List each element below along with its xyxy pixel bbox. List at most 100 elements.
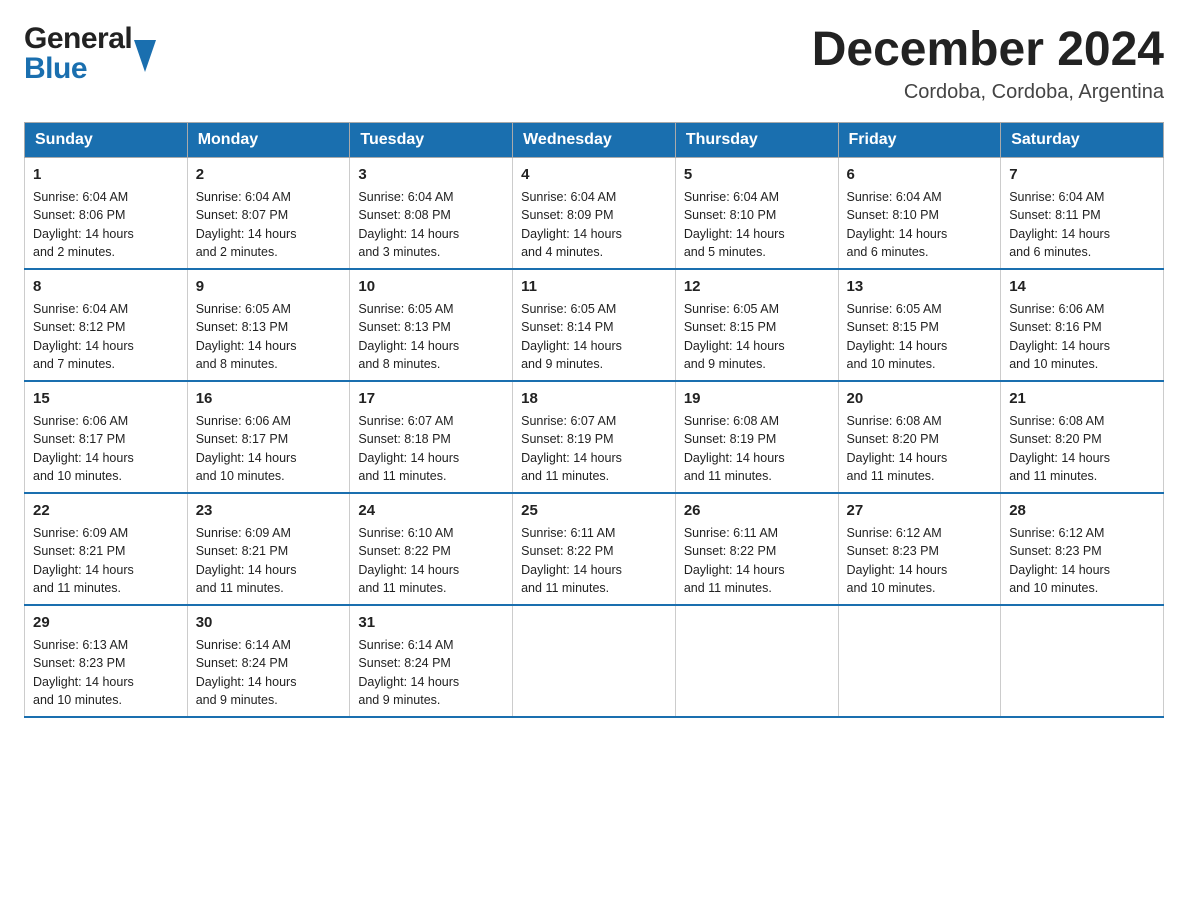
title-block: December 2024 Cordoba, Cordoba, Argentin… [812, 24, 1164, 104]
day-info: Sunrise: 6:04 AMSunset: 8:10 PMDaylight:… [847, 190, 948, 260]
logo-triangle-icon [134, 40, 156, 72]
table-row: 15 Sunrise: 6:06 AMSunset: 8:17 PMDaylig… [25, 381, 188, 493]
calendar-week-row: 22 Sunrise: 6:09 AMSunset: 8:21 PMDaylig… [25, 493, 1164, 605]
calendar-table: Sunday Monday Tuesday Wednesday Thursday… [24, 122, 1164, 718]
logo-general-text: General [24, 24, 132, 54]
calendar-week-row: 29 Sunrise: 6:13 AMSunset: 8:23 PMDaylig… [25, 605, 1164, 717]
day-number: 19 [684, 388, 830, 409]
day-number: 17 [358, 388, 504, 409]
day-info: Sunrise: 6:11 AMSunset: 8:22 PMDaylight:… [684, 526, 785, 596]
day-info: Sunrise: 6:08 AMSunset: 8:20 PMDaylight:… [847, 414, 948, 484]
day-number: 9 [196, 276, 342, 297]
day-number: 18 [521, 388, 667, 409]
day-number: 28 [1009, 500, 1155, 521]
table-row: 31 Sunrise: 6:14 AMSunset: 8:24 PMDaylig… [350, 605, 513, 717]
table-row: 7 Sunrise: 6:04 AMSunset: 8:11 PMDayligh… [1001, 157, 1164, 269]
day-number: 15 [33, 388, 179, 409]
table-row: 22 Sunrise: 6:09 AMSunset: 8:21 PMDaylig… [25, 493, 188, 605]
day-number: 27 [847, 500, 993, 521]
table-row: 5 Sunrise: 6:04 AMSunset: 8:10 PMDayligh… [675, 157, 838, 269]
table-row: 26 Sunrise: 6:11 AMSunset: 8:22 PMDaylig… [675, 493, 838, 605]
month-title: December 2024 [812, 24, 1164, 77]
col-sunday: Sunday [25, 122, 188, 157]
day-number: 29 [33, 612, 179, 633]
day-number: 23 [196, 500, 342, 521]
table-row: 23 Sunrise: 6:09 AMSunset: 8:21 PMDaylig… [187, 493, 350, 605]
table-row: 16 Sunrise: 6:06 AMSunset: 8:17 PMDaylig… [187, 381, 350, 493]
day-info: Sunrise: 6:06 AMSunset: 8:17 PMDaylight:… [33, 414, 134, 484]
col-thursday: Thursday [675, 122, 838, 157]
table-row: 17 Sunrise: 6:07 AMSunset: 8:18 PMDaylig… [350, 381, 513, 493]
weekday-header-row: Sunday Monday Tuesday Wednesday Thursday… [25, 122, 1164, 157]
table-row: 19 Sunrise: 6:08 AMSunset: 8:19 PMDaylig… [675, 381, 838, 493]
day-number: 21 [1009, 388, 1155, 409]
day-info: Sunrise: 6:06 AMSunset: 8:16 PMDaylight:… [1009, 302, 1110, 372]
day-info: Sunrise: 6:12 AMSunset: 8:23 PMDaylight:… [1009, 526, 1110, 596]
day-info: Sunrise: 6:06 AMSunset: 8:17 PMDaylight:… [196, 414, 297, 484]
day-info: Sunrise: 6:07 AMSunset: 8:19 PMDaylight:… [521, 414, 622, 484]
day-number: 22 [33, 500, 179, 521]
col-tuesday: Tuesday [350, 122, 513, 157]
col-wednesday: Wednesday [513, 122, 676, 157]
day-number: 11 [521, 276, 667, 297]
table-row: 6 Sunrise: 6:04 AMSunset: 8:10 PMDayligh… [838, 157, 1001, 269]
day-info: Sunrise: 6:04 AMSunset: 8:09 PMDaylight:… [521, 190, 622, 260]
calendar-week-row: 8 Sunrise: 6:04 AMSunset: 8:12 PMDayligh… [25, 269, 1164, 381]
day-number: 2 [196, 164, 342, 185]
day-info: Sunrise: 6:05 AMSunset: 8:15 PMDaylight:… [684, 302, 785, 372]
table-row: 29 Sunrise: 6:13 AMSunset: 8:23 PMDaylig… [25, 605, 188, 717]
location: Cordoba, Cordoba, Argentina [812, 81, 1164, 104]
day-number: 8 [33, 276, 179, 297]
page-header: General Blue December 2024 Cordoba, Cord… [24, 24, 1164, 104]
table-row: 24 Sunrise: 6:10 AMSunset: 8:22 PMDaylig… [350, 493, 513, 605]
table-row: 30 Sunrise: 6:14 AMSunset: 8:24 PMDaylig… [187, 605, 350, 717]
calendar-week-row: 1 Sunrise: 6:04 AMSunset: 8:06 PMDayligh… [25, 157, 1164, 269]
day-info: Sunrise: 6:05 AMSunset: 8:15 PMDaylight:… [847, 302, 948, 372]
day-number: 24 [358, 500, 504, 521]
table-row: 20 Sunrise: 6:08 AMSunset: 8:20 PMDaylig… [838, 381, 1001, 493]
day-info: Sunrise: 6:14 AMSunset: 8:24 PMDaylight:… [358, 638, 459, 708]
table-row: 18 Sunrise: 6:07 AMSunset: 8:19 PMDaylig… [513, 381, 676, 493]
day-number: 13 [847, 276, 993, 297]
day-info: Sunrise: 6:04 AMSunset: 8:10 PMDaylight:… [684, 190, 785, 260]
day-info: Sunrise: 6:11 AMSunset: 8:22 PMDaylight:… [521, 526, 622, 596]
day-info: Sunrise: 6:09 AMSunset: 8:21 PMDaylight:… [196, 526, 297, 596]
day-number: 6 [847, 164, 993, 185]
day-number: 20 [847, 388, 993, 409]
day-info: Sunrise: 6:14 AMSunset: 8:24 PMDaylight:… [196, 638, 297, 708]
day-info: Sunrise: 6:04 AMSunset: 8:11 PMDaylight:… [1009, 190, 1110, 260]
table-row: 14 Sunrise: 6:06 AMSunset: 8:16 PMDaylig… [1001, 269, 1164, 381]
day-number: 31 [358, 612, 504, 633]
day-info: Sunrise: 6:08 AMSunset: 8:20 PMDaylight:… [1009, 414, 1110, 484]
day-number: 14 [1009, 276, 1155, 297]
day-info: Sunrise: 6:12 AMSunset: 8:23 PMDaylight:… [847, 526, 948, 596]
day-info: Sunrise: 6:09 AMSunset: 8:21 PMDaylight:… [33, 526, 134, 596]
table-row: 11 Sunrise: 6:05 AMSunset: 8:14 PMDaylig… [513, 269, 676, 381]
day-info: Sunrise: 6:05 AMSunset: 8:13 PMDaylight:… [196, 302, 297, 372]
table-row: 10 Sunrise: 6:05 AMSunset: 8:13 PMDaylig… [350, 269, 513, 381]
day-info: Sunrise: 6:05 AMSunset: 8:13 PMDaylight:… [358, 302, 459, 372]
day-info: Sunrise: 6:04 AMSunset: 8:12 PMDaylight:… [33, 302, 134, 372]
day-info: Sunrise: 6:04 AMSunset: 8:08 PMDaylight:… [358, 190, 459, 260]
table-row: 8 Sunrise: 6:04 AMSunset: 8:12 PMDayligh… [25, 269, 188, 381]
day-info: Sunrise: 6:10 AMSunset: 8:22 PMDaylight:… [358, 526, 459, 596]
day-info: Sunrise: 6:08 AMSunset: 8:19 PMDaylight:… [684, 414, 785, 484]
col-saturday: Saturday [1001, 122, 1164, 157]
day-info: Sunrise: 6:07 AMSunset: 8:18 PMDaylight:… [358, 414, 459, 484]
day-info: Sunrise: 6:04 AMSunset: 8:07 PMDaylight:… [196, 190, 297, 260]
calendar-week-row: 15 Sunrise: 6:06 AMSunset: 8:17 PMDaylig… [25, 381, 1164, 493]
table-row: 27 Sunrise: 6:12 AMSunset: 8:23 PMDaylig… [838, 493, 1001, 605]
day-number: 4 [521, 164, 667, 185]
day-number: 30 [196, 612, 342, 633]
col-monday: Monday [187, 122, 350, 157]
table-row: 2 Sunrise: 6:04 AMSunset: 8:07 PMDayligh… [187, 157, 350, 269]
day-info: Sunrise: 6:05 AMSunset: 8:14 PMDaylight:… [521, 302, 622, 372]
calendar-body: 1 Sunrise: 6:04 AMSunset: 8:06 PMDayligh… [25, 157, 1164, 717]
calendar-header: Sunday Monday Tuesday Wednesday Thursday… [25, 122, 1164, 157]
day-number: 16 [196, 388, 342, 409]
day-number: 10 [358, 276, 504, 297]
day-info: Sunrise: 6:04 AMSunset: 8:06 PMDaylight:… [33, 190, 134, 260]
day-number: 25 [521, 500, 667, 521]
day-number: 12 [684, 276, 830, 297]
logo-blue-text: Blue [24, 54, 132, 84]
